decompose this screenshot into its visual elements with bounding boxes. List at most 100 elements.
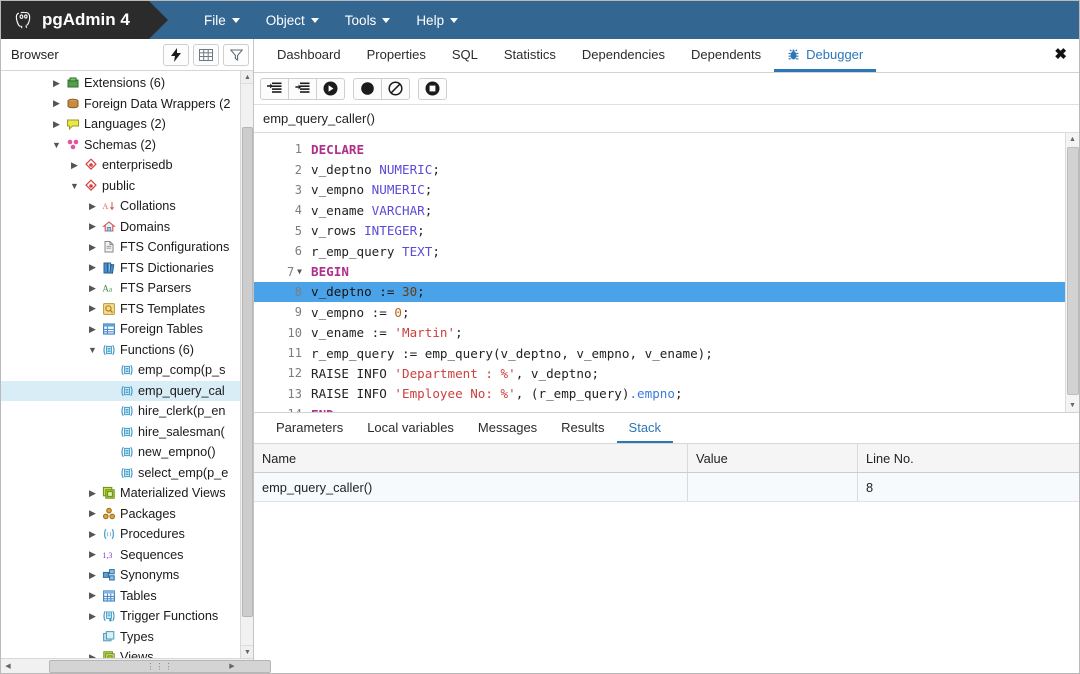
scrollbar-thumb[interactable] bbox=[1067, 147, 1079, 395]
code-line[interactable]: 6r_emp_query TEXT; bbox=[254, 241, 1065, 261]
tree-item-foreign-tables[interactable]: ▶Foreign Tables bbox=[1, 319, 240, 340]
toggle-breakpoint-button[interactable] bbox=[353, 78, 382, 100]
chevron-right-icon[interactable]: ▶ bbox=[85, 549, 100, 560]
chevron-right-icon[interactable]: ▶ bbox=[85, 201, 100, 212]
results-tab-stack[interactable]: Stack bbox=[617, 413, 674, 443]
tab-dashboard[interactable]: Dashboard bbox=[264, 39, 354, 72]
stop-button[interactable] bbox=[418, 78, 447, 100]
close-icon[interactable]: ✖ bbox=[1054, 47, 1067, 62]
cell-value[interactable] bbox=[688, 473, 858, 501]
results-tab-results[interactable]: Results bbox=[549, 413, 616, 443]
code-line[interactable]: 2v_deptno NUMERIC; bbox=[254, 159, 1065, 179]
tree-item-procedures[interactable]: ▶Procedures bbox=[1, 524, 240, 545]
line-number[interactable]: 1 bbox=[254, 142, 306, 156]
code-text[interactable]: v_empno NUMERIC; bbox=[306, 182, 432, 197]
tree-item-select-emp-p-e[interactable]: select_emp(p_e bbox=[1, 463, 240, 484]
quick-search-icon[interactable] bbox=[163, 44, 189, 66]
code-line[interactable]: 11r_emp_query := emp_query(v_deptno, v_e… bbox=[254, 343, 1065, 363]
scrollbar-thumb[interactable] bbox=[242, 127, 253, 617]
tree-item-enterprisedb[interactable]: ▶enterprisedb bbox=[1, 155, 240, 176]
line-number[interactable]: 4 bbox=[254, 203, 306, 217]
tree-item-foreign-data-wrappers-2[interactable]: ▶Foreign Data Wrappers (2 bbox=[1, 94, 240, 115]
tree-item-views[interactable]: ▶Views bbox=[1, 647, 240, 658]
line-number[interactable]: 7▼ bbox=[254, 265, 306, 279]
code-line[interactable]: 9v_empno := 0; bbox=[254, 302, 1065, 322]
tree-item-packages[interactable]: ▶Packages bbox=[1, 504, 240, 525]
tree-item-fts-templates[interactable]: ▶FTS Templates bbox=[1, 299, 240, 320]
tree-item-fts-dictionaries[interactable]: ▶FTS Dictionaries bbox=[1, 258, 240, 279]
code-text[interactable]: r_emp_query TEXT; bbox=[306, 244, 440, 259]
chevron-right-icon[interactable]: ▶ bbox=[85, 242, 100, 253]
grid-view-icon[interactable] bbox=[193, 44, 219, 66]
code-text[interactable]: v_empno := 0; bbox=[306, 305, 410, 320]
column-header-value[interactable]: Value bbox=[688, 444, 858, 472]
code-line[interactable]: 10v_ename := 'Martin'; bbox=[254, 323, 1065, 343]
code-text[interactable]: RAISE INFO 'Department : %', v_deptno; bbox=[306, 366, 599, 381]
tree-item-extensions-6[interactable]: ▶Extensions (6) bbox=[1, 73, 240, 94]
chevron-right-icon[interactable]: ▶ bbox=[85, 283, 100, 294]
continue-button[interactable] bbox=[316, 78, 345, 100]
code-line[interactable]: 1DECLARE bbox=[254, 139, 1065, 159]
code-line[interactable]: 5v_rows INTEGER; bbox=[254, 221, 1065, 241]
code-text[interactable]: v_deptno NUMERIC; bbox=[306, 162, 440, 177]
results-tab-local-variables[interactable]: Local variables bbox=[355, 413, 466, 443]
tree-item-new-empno[interactable]: new_empno() bbox=[1, 442, 240, 463]
code-text[interactable]: v_rows INTEGER; bbox=[306, 223, 425, 238]
chevron-right-icon[interactable]: ▶ bbox=[85, 570, 100, 581]
tree-vertical-scrollbar[interactable]: ▲ ▼ bbox=[240, 71, 253, 658]
code-text[interactable]: RAISE INFO 'Employee No: %', (r_emp_quer… bbox=[306, 386, 683, 401]
tree-item-emp-query-cal[interactable]: emp_query_cal bbox=[1, 381, 240, 402]
tree-item-public[interactable]: ▼public bbox=[1, 176, 240, 197]
filter-icon[interactable] bbox=[223, 44, 249, 66]
tree-item-emp-comp-p-s[interactable]: emp_comp(p_s bbox=[1, 360, 240, 381]
chevron-right-icon[interactable]: ▶ bbox=[85, 324, 100, 335]
editor-vertical-scrollbar[interactable]: ▲ ▼ bbox=[1065, 133, 1079, 412]
menu-help[interactable]: Help bbox=[403, 1, 471, 39]
line-number[interactable]: 9 bbox=[254, 305, 306, 319]
line-number[interactable]: 3 bbox=[254, 183, 306, 197]
code-text[interactable]: END bbox=[306, 407, 334, 412]
line-number[interactable]: 12 bbox=[254, 366, 306, 380]
code-line[interactable]: 14END bbox=[254, 404, 1065, 412]
chevron-right-icon[interactable]: ▶ bbox=[49, 119, 64, 130]
chevron-right-icon[interactable]: ▶ bbox=[85, 508, 100, 519]
code-text[interactable]: DECLARE bbox=[306, 142, 364, 157]
tree-item-fts-parsers[interactable]: ▶AaFTS Parsers bbox=[1, 278, 240, 299]
line-number[interactable]: 5 bbox=[254, 224, 306, 238]
cell-name[interactable]: emp_query_caller() bbox=[254, 473, 688, 501]
menu-object[interactable]: Object bbox=[253, 1, 332, 39]
menu-file[interactable]: File bbox=[191, 1, 253, 39]
chevron-down-icon[interactable]: ▼ bbox=[67, 181, 82, 191]
line-number[interactable]: 14 bbox=[254, 407, 306, 412]
chevron-right-icon[interactable]: ▶ bbox=[85, 488, 100, 499]
tree-item-hire-salesman[interactable]: hire_salesman( bbox=[1, 422, 240, 443]
code-lines[interactable]: 1DECLARE2v_deptno NUMERIC;3v_empno NUMER… bbox=[254, 133, 1065, 412]
tree-item-sequences[interactable]: ▶1,3Sequences bbox=[1, 545, 240, 566]
tree-item-types[interactable]: Types bbox=[1, 627, 240, 648]
browser-tree[interactable]: ▶Extensions (6)▶Foreign Data Wrappers (2… bbox=[1, 71, 240, 658]
tree-item-trigger-functions[interactable]: ▶Trigger Functions bbox=[1, 606, 240, 627]
line-number[interactable]: 13 bbox=[254, 387, 306, 401]
chevron-right-icon[interactable]: ▶ bbox=[85, 611, 100, 622]
code-line[interactable]: 7▼BEGIN bbox=[254, 261, 1065, 281]
chevron-right-icon[interactable]: ▶ bbox=[49, 98, 64, 109]
column-header-name[interactable]: Name bbox=[254, 444, 688, 472]
code-text[interactable]: BEGIN bbox=[306, 264, 349, 279]
code-text[interactable]: v_ename := 'Martin'; bbox=[306, 325, 463, 340]
chevron-right-icon[interactable]: ▶ bbox=[85, 262, 100, 273]
line-number[interactable]: 10 bbox=[254, 326, 306, 340]
tab-properties[interactable]: Properties bbox=[354, 39, 439, 72]
tree-item-materialized-views[interactable]: ▶Materialized Views bbox=[1, 483, 240, 504]
tree-item-synonyms[interactable]: ▶Synonyms bbox=[1, 565, 240, 586]
chevron-right-icon[interactable]: ▶ bbox=[85, 303, 100, 314]
tab-statistics[interactable]: Statistics bbox=[491, 39, 569, 72]
tree-item-collations[interactable]: ▶ACollations bbox=[1, 196, 240, 217]
chevron-right-icon[interactable]: ▶ bbox=[85, 221, 100, 232]
scroll-up-icon[interactable]: ▲ bbox=[1066, 133, 1079, 146]
tab-debugger[interactable]: Debugger bbox=[774, 39, 876, 72]
scroll-right-icon[interactable]: ▶ bbox=[225, 659, 239, 673]
scroll-left-icon[interactable]: ◀ bbox=[1, 659, 15, 673]
clear-all-breakpoints-button[interactable] bbox=[381, 78, 410, 100]
chevron-right-icon[interactable]: ▶ bbox=[85, 590, 100, 601]
line-number[interactable]: 2 bbox=[254, 163, 306, 177]
